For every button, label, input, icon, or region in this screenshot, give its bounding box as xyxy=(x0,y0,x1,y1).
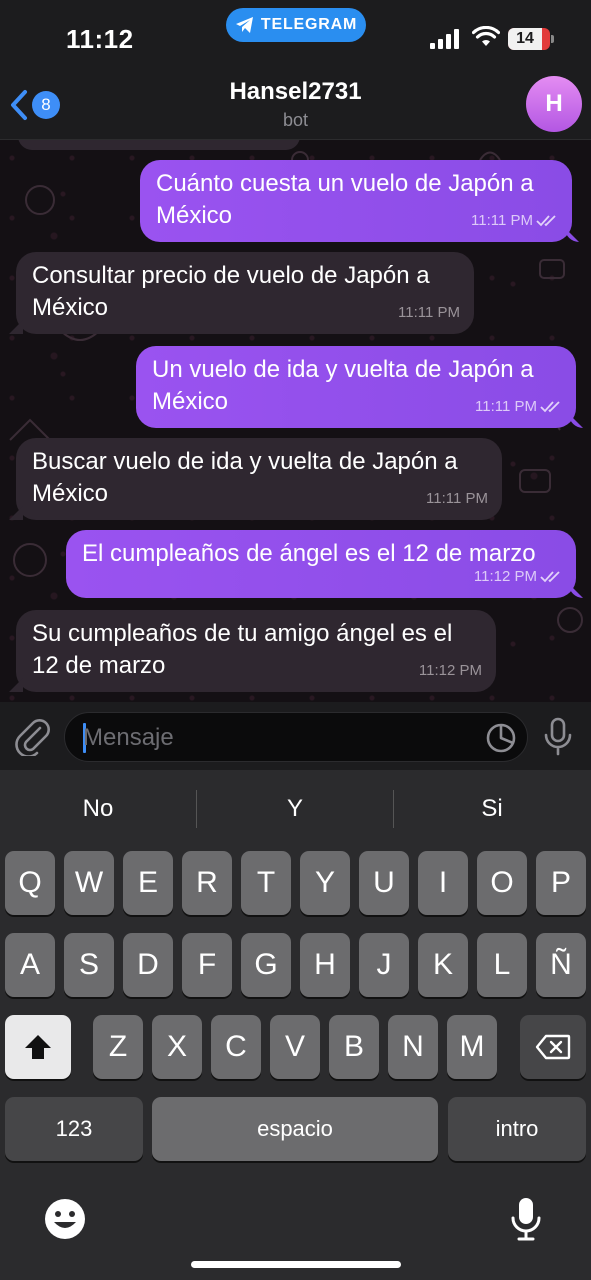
home-indicator[interactable] xyxy=(191,1261,401,1268)
shift-arrow-icon xyxy=(25,1035,51,1059)
double-check-icon xyxy=(540,571,560,583)
chat-title[interactable]: Hansel2731 xyxy=(0,78,591,106)
message-time: 11:11 PM xyxy=(398,304,460,321)
numbers-key[interactable]: 123 xyxy=(5,1097,143,1161)
key-u[interactable]: U xyxy=(359,851,409,915)
dictation-microphone-icon[interactable] xyxy=(510,1196,542,1242)
message-input[interactable] xyxy=(83,721,483,755)
suggestion-3[interactable]: Si xyxy=(394,790,590,828)
message-meta: 11:12 PM xyxy=(474,561,562,593)
message-bubble-outgoing[interactable]: El cumpleaños de ángel es el 12 de marzo… xyxy=(66,530,576,598)
battery-level: 14 xyxy=(508,28,542,50)
message-meta: 11:11 PM xyxy=(426,483,488,515)
key-w[interactable]: W xyxy=(64,851,114,915)
message-bubble-outgoing[interactable]: Un vuelo de ida y vuelta de Japón a Méxi… xyxy=(136,346,576,428)
double-check-icon xyxy=(540,401,560,413)
message-time: 11:12 PM xyxy=(473,568,537,585)
cellular-signal-icon xyxy=(430,29,459,49)
keyboard: No Y Si Q W E R T Y U I O P A S D F G H … xyxy=(0,770,591,1280)
key-f[interactable]: F xyxy=(182,933,232,997)
message-time: 11:11 PM xyxy=(471,212,533,229)
key-y[interactable]: Y xyxy=(300,851,350,915)
key-s[interactable]: S xyxy=(64,933,114,997)
double-check-icon xyxy=(536,215,556,227)
telegram-pill-label: TELEGRAM xyxy=(260,16,358,33)
wifi-icon xyxy=(472,26,500,46)
sticker-icon[interactable] xyxy=(485,722,517,754)
key-k[interactable]: K xyxy=(418,933,468,997)
key-n[interactable]: N xyxy=(388,1015,438,1079)
message-meta: 11:12 PM xyxy=(419,655,482,687)
key-x[interactable]: X xyxy=(152,1015,202,1079)
key-z[interactable]: Z xyxy=(93,1015,143,1079)
message-meta: 11:11 PM xyxy=(471,205,558,237)
key-p[interactable]: P xyxy=(536,851,586,915)
key-q[interactable]: Q xyxy=(5,851,55,915)
key-r[interactable]: R xyxy=(182,851,232,915)
key-d[interactable]: D xyxy=(123,933,173,997)
backspace-icon xyxy=(535,1034,571,1060)
chat-subtitle: bot xyxy=(282,110,309,130)
message-time: 11:12 PM xyxy=(418,662,482,679)
suggestion-1[interactable]: No xyxy=(0,790,196,828)
telegram-pill[interactable]: TELEGRAM xyxy=(226,8,366,42)
suggestion-2[interactable]: Y xyxy=(197,790,393,828)
battery-indicator: 14 xyxy=(508,28,554,50)
key-g[interactable]: G xyxy=(241,933,291,997)
chat-header: 8 Hansel2731 bot H xyxy=(0,70,591,140)
message-bubble-incoming[interactable]: Su cumpleaños de tu amigo ángel es el 12… xyxy=(16,610,496,692)
message-meta: 11:11 PM xyxy=(475,391,562,423)
key-c[interactable]: C xyxy=(211,1015,261,1079)
message-bubble-outgoing[interactable]: Cuánto cuesta un vuelo de Japón a México… xyxy=(140,160,572,242)
message-text: Buscar vuelo de ida y vuelta de Japón a … xyxy=(32,448,458,507)
message-meta: 11:11 PM xyxy=(398,297,460,329)
key-enye[interactable]: Ñ xyxy=(536,933,586,997)
key-l[interactable]: L xyxy=(477,933,527,997)
return-key[interactable]: intro xyxy=(448,1097,586,1161)
avatar[interactable]: H xyxy=(526,76,582,132)
status-bar: 11:12 TELEGRAM 14 xyxy=(0,0,591,70)
previous-message-stub xyxy=(18,140,300,150)
key-h[interactable]: H xyxy=(300,933,350,997)
shift-key[interactable] xyxy=(5,1015,71,1079)
backspace-key[interactable] xyxy=(520,1015,586,1079)
predictive-bar: No Y Si xyxy=(0,770,591,848)
composer-bar xyxy=(0,702,591,770)
telegram-plane-icon xyxy=(235,17,253,33)
key-i[interactable]: I xyxy=(418,851,468,915)
key-o[interactable]: O xyxy=(477,851,527,915)
message-text: Consultar precio de vuelo de Japón a Méx… xyxy=(32,262,430,321)
microphone-icon[interactable] xyxy=(542,716,574,756)
key-t[interactable]: T xyxy=(241,851,291,915)
attach-paperclip-icon[interactable] xyxy=(14,716,52,756)
chat-area[interactable]: Cuánto cuesta un vuelo de Japón a México… xyxy=(0,140,591,702)
key-b[interactable]: B xyxy=(329,1015,379,1079)
space-key[interactable]: espacio xyxy=(152,1097,438,1161)
emoji-icon[interactable] xyxy=(44,1198,86,1240)
message-time: 11:11 PM xyxy=(426,490,488,507)
clock: 11:12 xyxy=(66,24,134,54)
key-j[interactable]: J xyxy=(359,933,409,997)
message-text: Su cumpleaños de tu amigo ángel es el 12… xyxy=(32,620,453,679)
message-time: 11:11 PM xyxy=(475,398,537,415)
key-v[interactable]: V xyxy=(270,1015,320,1079)
message-bubble-incoming[interactable]: Consultar precio de vuelo de Japón a Méx… xyxy=(16,252,474,334)
message-input-container[interactable] xyxy=(64,712,528,762)
key-m[interactable]: M xyxy=(447,1015,497,1079)
key-e[interactable]: E xyxy=(123,851,173,915)
message-bubble-incoming[interactable]: Buscar vuelo de ida y vuelta de Japón a … xyxy=(16,438,502,520)
key-a[interactable]: A xyxy=(5,933,55,997)
